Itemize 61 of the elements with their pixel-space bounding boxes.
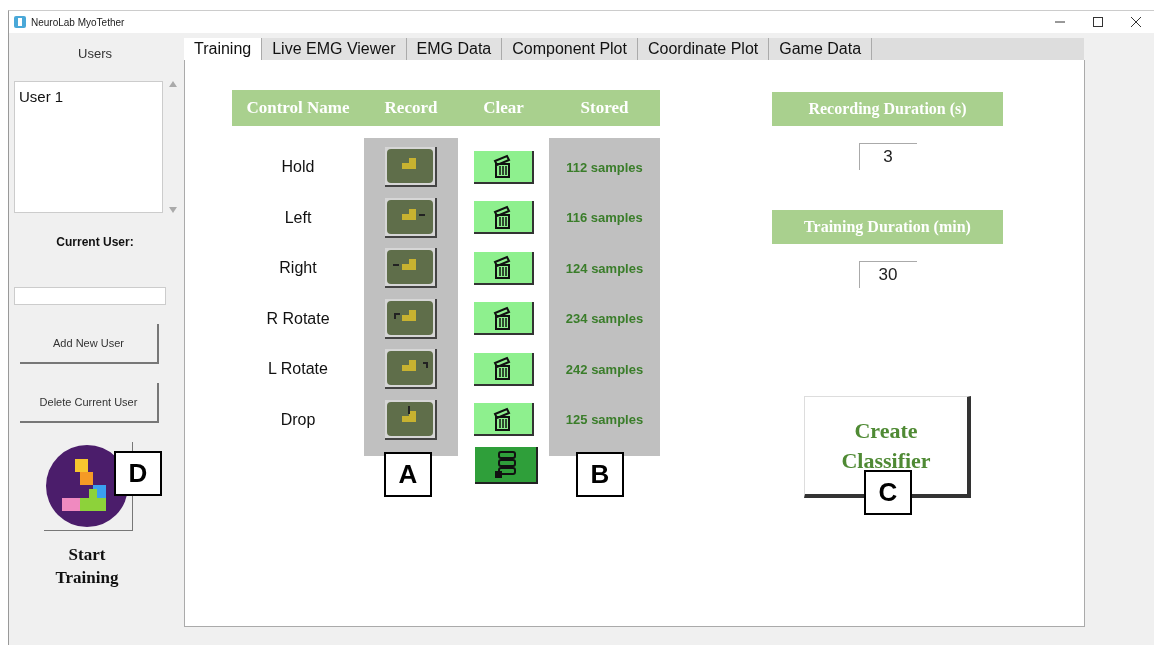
- stored-count: 125 samples: [565, 412, 644, 428]
- column-heading: Record: [383, 98, 439, 118]
- annotation-label: B: [576, 452, 624, 497]
- annotation-label: A: [384, 452, 432, 497]
- stored-count: 234 samples: [565, 311, 644, 327]
- current-user-label: Current User:: [55, 235, 135, 249]
- trash-icon: [492, 305, 513, 330]
- annotation-label: C: [864, 470, 912, 515]
- tab[interactable]: Component Plot: [502, 38, 638, 60]
- trash-icon: [492, 154, 513, 179]
- stored-count: 124 samples: [565, 260, 644, 276]
- database-button[interactable]: [475, 447, 538, 484]
- clear-button[interactable]: [473, 352, 534, 386]
- trash-icon: [492, 406, 513, 431]
- setting-label: Training Duration (min): [772, 210, 1003, 244]
- sidebar-button[interactable]: Add New User: [20, 324, 159, 364]
- user-list-item[interactable]: User 1: [19, 88, 158, 105]
- clear-button[interactable]: [473, 302, 534, 336]
- control-name: Left: [284, 208, 312, 227]
- sidebar-button[interactable]: Delete Current User: [20, 383, 159, 423]
- column-heading: Control Name: [245, 98, 351, 118]
- users-heading: Users: [77, 46, 113, 61]
- database-icon: [493, 450, 518, 479]
- current-user-field[interactable]: [14, 287, 166, 305]
- control-name: Right: [279, 259, 317, 278]
- control-name: L Rotate: [268, 360, 328, 379]
- maximize-icon[interactable]: [1093, 17, 1103, 27]
- window-title: NeuroLab MyoTether: [31, 16, 125, 28]
- annotation-label: D: [114, 451, 162, 496]
- clear-button[interactable]: [473, 201, 534, 235]
- control-name: Drop: [280, 410, 316, 429]
- app-icon: [14, 16, 26, 28]
- duration-field[interactable]: 3: [858, 143, 917, 170]
- tab[interactable]: EMG Data: [406, 38, 503, 60]
- record-button[interactable]: [385, 248, 437, 289]
- clear-button[interactable]: [473, 150, 534, 184]
- record-button[interactable]: [385, 298, 437, 339]
- tab[interactable]: Training: [184, 38, 263, 60]
- stored-count: 116 samples: [566, 210, 643, 226]
- column-heading: Clear: [482, 98, 525, 118]
- record-button[interactable]: [385, 349, 437, 390]
- tab[interactable]: Game Data: [769, 38, 873, 60]
- record-button[interactable]: [385, 399, 437, 440]
- trash-icon: [492, 204, 513, 229]
- duration-field[interactable]: 30: [858, 261, 917, 288]
- stored-count: 242 samples: [565, 361, 644, 377]
- stored-count: 112 samples: [566, 159, 643, 175]
- setting-label: Recording Duration (s): [772, 92, 1003, 126]
- start-training-label: Start Training: [54, 544, 120, 589]
- control-name: Hold: [281, 158, 315, 177]
- column-heading: Stored: [579, 98, 630, 118]
- close-icon[interactable]: [1131, 17, 1141, 27]
- trash-icon: [492, 356, 513, 381]
- clear-button[interactable]: [473, 251, 534, 285]
- tab[interactable]: Live EMG Viewer: [262, 38, 407, 60]
- clear-button[interactable]: [473, 403, 534, 437]
- control-name: R Rotate: [266, 309, 330, 328]
- record-button[interactable]: [385, 147, 437, 188]
- trash-icon: [492, 255, 513, 280]
- tab[interactable]: Coordinate Plot: [637, 38, 770, 60]
- record-button[interactable]: [385, 197, 437, 238]
